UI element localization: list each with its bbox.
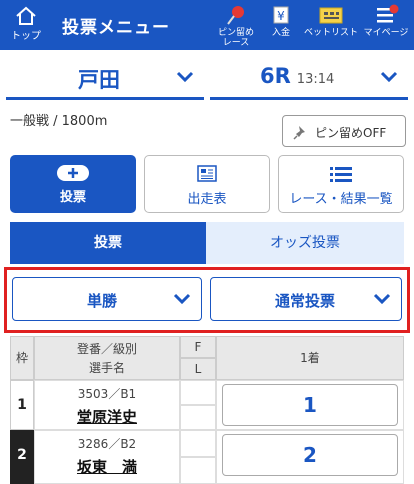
newspaper-icon	[197, 165, 217, 182]
bet-list-button[interactable]: ベットリスト	[304, 4, 358, 48]
deposit-button[interactable]: ¥ 入金	[264, 4, 298, 48]
frame-number-cell: 2	[10, 430, 34, 484]
f-cell	[180, 380, 216, 405]
entry-table-label: 出走表	[187, 192, 227, 207]
frame-number: 2	[17, 447, 27, 463]
col-racer-header-line1: 登番／級別	[76, 342, 137, 356]
frame-number-cell: 1	[10, 380, 34, 430]
pin-toggle-label: ピン留めOFF	[315, 126, 387, 140]
chevron-down-icon	[176, 71, 194, 83]
race-time: 13:14	[296, 72, 335, 87]
f-cell	[180, 430, 216, 457]
col-first-header: 1着	[216, 336, 404, 380]
home-icon	[16, 6, 36, 25]
pick-first-button[interactable]: 1	[222, 384, 398, 426]
racer-cell: 3503／B1 堂原洋史	[34, 380, 180, 430]
tab-odds-bet[interactable]: オッズ投票	[206, 222, 404, 264]
chevron-down-icon	[373, 293, 391, 305]
bet-type-select[interactable]: 単勝	[12, 277, 202, 321]
page-title: 投票メニュー	[62, 18, 170, 38]
bet-method-value: 通常投票	[275, 292, 336, 310]
chevron-down-icon	[380, 71, 398, 83]
deposit-icon: ¥	[273, 6, 289, 24]
venue-name: 戸田	[78, 68, 120, 92]
racer-reg: 3286／B2	[77, 437, 137, 451]
bet-method-select[interactable]: 通常投票	[210, 277, 402, 321]
mypage-label: マイページ	[363, 28, 409, 38]
venue-select[interactable]: 戸田	[6, 58, 204, 100]
bet-list-label: ベットリスト	[304, 28, 359, 38]
list-icon	[330, 167, 352, 182]
svg-text:¥: ¥	[277, 9, 285, 23]
col-frame-header: 枠	[10, 336, 34, 380]
chevron-down-icon	[173, 293, 191, 305]
race-results-label: レース・結果一覧	[289, 192, 393, 207]
tab-bet[interactable]: 投票	[10, 222, 206, 264]
mypage-button[interactable]: マイページ	[362, 4, 410, 48]
menu-icon	[377, 4, 399, 23]
col-f-header: F	[180, 336, 216, 358]
deposit-label: 入金	[271, 28, 290, 38]
plus-icon	[57, 165, 89, 181]
racer-cell: 3286／B2 坂東 満	[34, 430, 180, 484]
pinned-races-button[interactable]: ピン留め レース	[212, 4, 260, 48]
race-number: 6R 13:14	[260, 64, 335, 88]
col-l-header: L	[180, 358, 216, 380]
home-button[interactable]: トップ	[6, 4, 46, 48]
pin-toggle-button[interactable]: ピン留めOFF	[282, 115, 406, 147]
bet-type-value: 単勝	[87, 292, 118, 310]
frame-number: 1	[17, 397, 27, 413]
pick-first-button[interactable]: 2	[222, 434, 398, 476]
app-header: トップ 投票メニュー ピン留め レース ¥ 入金 ベットリスト マイページ	[0, 0, 414, 50]
race-results-button[interactable]: レース・結果一覧	[278, 155, 404, 213]
race-meta: 一般戦 / 1800m	[10, 114, 108, 129]
l-cell	[180, 405, 216, 430]
pin-icon	[293, 126, 305, 140]
racer-reg: 3503／B1	[77, 387, 137, 401]
bet-list-icon	[319, 7, 343, 24]
bet-menu-label: 投票	[59, 190, 86, 205]
racer-name-link[interactable]: 堂原洋史	[35, 406, 179, 427]
l-cell	[180, 457, 216, 484]
col-racer-header: 登番／級別 選手名	[34, 336, 180, 380]
pin-icon	[227, 6, 244, 25]
race-select[interactable]: 6R 13:14	[210, 58, 408, 100]
home-label: トップ	[11, 31, 41, 42]
entry-table-button[interactable]: 出走表	[144, 155, 270, 213]
racer-name-link[interactable]: 坂東 満	[35, 456, 179, 477]
bet-menu-button[interactable]: 投票	[10, 155, 136, 213]
col-racer-header-line2: 選手名	[88, 361, 125, 375]
pinned-races-label: ピン留め レース	[217, 28, 254, 48]
